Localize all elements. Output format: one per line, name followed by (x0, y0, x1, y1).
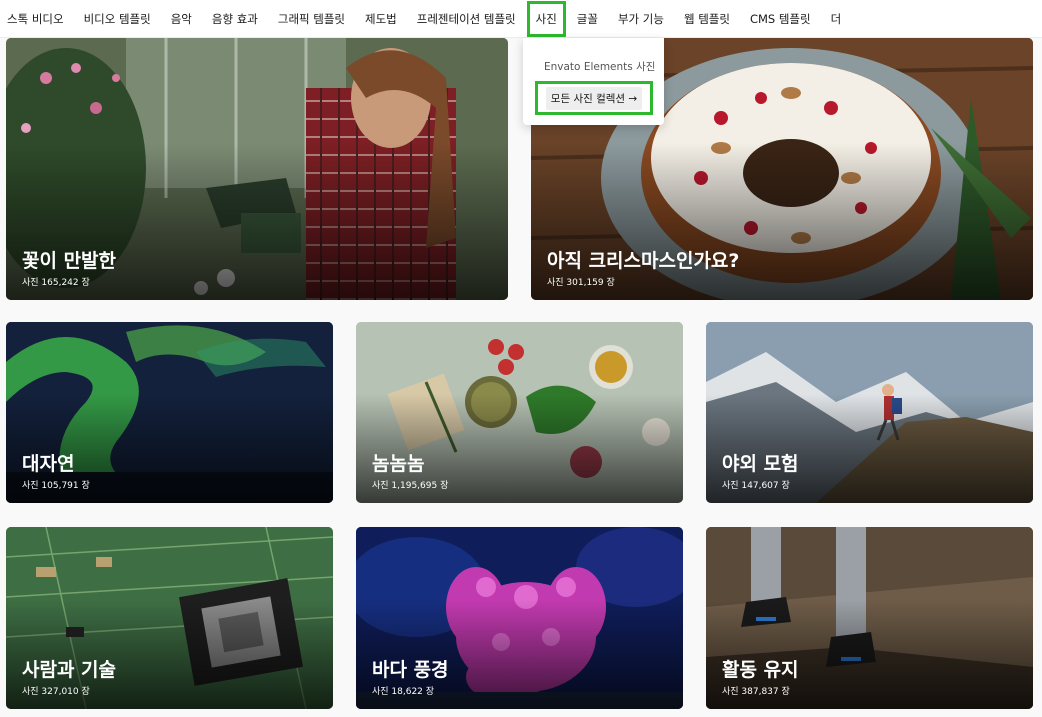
card-count: 사진 327,010 장 (22, 687, 90, 697)
card-title: 바다 풍경 (372, 659, 449, 681)
all-photo-collections-label: 모든 사진 컬렉션 → (545, 86, 643, 110)
nav-video-templates[interactable]: 비디오 템플릿 (84, 4, 151, 34)
nav-sound-effects[interactable]: 음향 효과 (212, 4, 258, 34)
card-title: 활동 유지 (722, 659, 799, 681)
nav-more[interactable]: 더 (831, 4, 842, 34)
category-card-nature[interactable]: 대자연 사진 105,791 장 (6, 322, 333, 503)
nav-cms-templates[interactable]: CMS 템플릿 (750, 4, 811, 34)
nav-presentation-templates[interactable]: 프레젠테이션 템플릿 (417, 4, 516, 34)
card-count: 사진 105,791 장 (22, 481, 90, 491)
card-title: 사람과 기술 (22, 659, 117, 681)
card-count: 사진 18,622 장 (372, 687, 435, 697)
category-card-stay-active[interactable]: 활동 유지 사진 387,837 장 (706, 527, 1033, 709)
card-title: 아직 크리스마스인가요? (547, 250, 740, 272)
nav-add-ons[interactable]: 부가 기능 (618, 4, 664, 34)
card-title: 대자연 (22, 453, 75, 475)
card-title: 야외 모험 (722, 453, 799, 475)
nav-music[interactable]: 음악 (171, 4, 192, 34)
nav-graphic-templates[interactable]: 그래픽 템플릿 (278, 4, 345, 34)
category-card-outdoor-adventure[interactable]: 야외 모험 사진 147,607 장 (706, 322, 1033, 503)
category-card-flowers[interactable]: 꽃이 만발한 사진 165,242 장 (6, 38, 508, 300)
category-card-food[interactable]: 놈놈놈 사진 1,195,695 장 (356, 322, 683, 503)
card-count: 사진 301,159 장 (547, 278, 615, 288)
card-title: 꽃이 만발한 (22, 250, 117, 272)
all-photo-collections-button[interactable]: 모든 사진 컬렉션 → (535, 81, 653, 115)
nav-graphics[interactable]: 제도법 (365, 4, 397, 34)
photos-dropdown-menu: Envato Elements 사진 모든 사진 컬렉션 → (523, 38, 664, 125)
category-card-seascape[interactable]: 바다 풍경 사진 18,622 장 (356, 527, 683, 709)
nav-fonts[interactable]: 글꼴 (577, 4, 598, 34)
dropdown-title: Envato Elements 사진 (544, 61, 656, 73)
card-count: 사진 165,242 장 (22, 278, 90, 288)
nav-stock-video[interactable]: 스톡 비디오 (7, 4, 64, 34)
category-card-people-tech[interactable]: 사람과 기술 사진 327,010 장 (6, 527, 333, 709)
top-navigation: 스톡 비디오 비디오 템플릿 음악 음향 효과 그래픽 템플릿 제도법 프레젠테… (0, 0, 1042, 38)
card-count: 사진 387,837 장 (722, 687, 790, 697)
card-title: 놈놈놈 (372, 453, 425, 475)
nav-photos[interactable]: 사진 (526, 0, 566, 37)
nav-web-templates[interactable]: 웹 템플릿 (684, 4, 730, 34)
card-count: 사진 1,195,695 장 (372, 481, 449, 491)
card-count: 사진 147,607 장 (722, 481, 790, 491)
